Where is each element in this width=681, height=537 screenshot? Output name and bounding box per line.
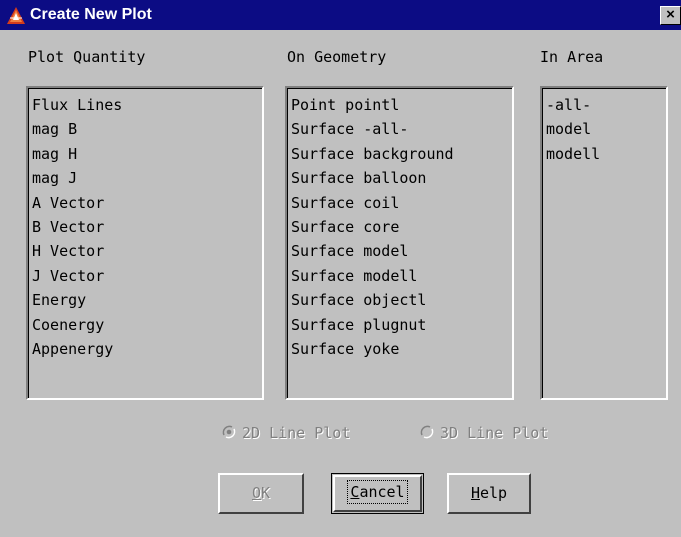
plot-quantity-label: Plot Quantity xyxy=(28,48,146,66)
list-item[interactable]: A Vector xyxy=(32,191,262,215)
cancel-label-rest: ancel xyxy=(359,483,405,501)
list-item[interactable]: modell xyxy=(546,142,666,166)
list-item[interactable]: B Vector xyxy=(32,215,262,239)
list-item[interactable]: model xyxy=(546,117,666,141)
ok-button[interactable]: OK xyxy=(218,473,304,514)
triangle-logo-icon xyxy=(7,7,25,24)
on-geometry-label: On Geometry xyxy=(287,48,387,66)
help-label-rest: elp xyxy=(479,484,508,502)
list-item[interactable]: -all- xyxy=(546,93,666,117)
radio-icon xyxy=(222,425,236,439)
list-item[interactable]: Flux Lines xyxy=(32,93,262,117)
on-geometry-list[interactable]: Point pointl Surface -all- Surface backgro… xyxy=(285,86,514,400)
help-button[interactable]: Help xyxy=(447,473,531,514)
list-item[interactable]: Surface plugnut xyxy=(291,313,512,337)
list-item[interactable]: Surface coil xyxy=(291,191,512,215)
list-item[interactable]: Surface objectl xyxy=(291,288,512,312)
list-item[interactable]: H Vector xyxy=(32,239,262,263)
ok-label-rest: K xyxy=(261,484,271,502)
list-item[interactable]: Coenergy xyxy=(32,313,262,337)
list-item[interactable]: mag J xyxy=(32,166,262,190)
list-item[interactable]: Point pointl xyxy=(291,93,512,117)
list-item[interactable]: Surface background xyxy=(291,142,512,166)
list-item[interactable]: Surface modell xyxy=(291,264,512,288)
titlebar[interactable]: Create New Plot × xyxy=(0,0,681,30)
list-item[interactable]: Surface yoke xyxy=(291,337,512,361)
help-mnemonic: H xyxy=(470,484,480,502)
list-item[interactable]: Energy xyxy=(32,288,262,312)
window-title: Create New Plot xyxy=(30,6,152,23)
radio-label: 3D Line Plot xyxy=(440,424,549,442)
ok-mnemonic: O xyxy=(251,484,261,502)
list-item[interactable]: Surface -all- xyxy=(291,117,512,141)
in-area-list[interactable]: -all-model modell xyxy=(540,86,668,400)
radio-label: 2D Line Plot xyxy=(242,424,351,442)
list-item[interactable]: Surface balloon xyxy=(291,166,512,190)
list-item[interactable]: mag B xyxy=(32,117,262,141)
list-item[interactable]: mag H xyxy=(32,142,262,166)
close-icon[interactable]: × xyxy=(660,6,681,25)
cancel-button[interactable]: Cancel xyxy=(331,473,424,514)
plot-quantity-list[interactable]: Flux Lines mag Bmag Hmag JA Vector B Vecto… xyxy=(26,86,264,400)
list-item[interactable]: Surface model xyxy=(291,239,512,263)
in-area-label: In Area xyxy=(540,48,604,66)
list-item[interactable]: Appenergy xyxy=(32,337,262,361)
radio-icon xyxy=(420,425,434,439)
list-item[interactable]: Surface core xyxy=(291,215,512,239)
list-item[interactable]: J Vector xyxy=(32,264,262,288)
create-new-plot-dialog: Create New Plot × Plot Quantity On Geome… xyxy=(0,0,681,537)
